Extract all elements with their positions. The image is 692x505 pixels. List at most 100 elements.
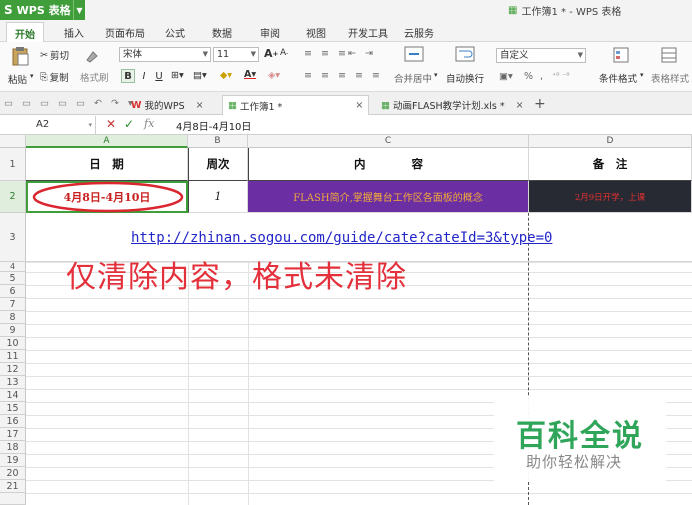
font-grow-icon[interactable]: A + [264, 47, 278, 60]
conditional-format-label[interactable]: 条件格式 [599, 71, 637, 85]
tab-data[interactable]: 数据 [212, 25, 232, 40]
row-header[interactable]: 12 [0, 363, 26, 376]
chevron-down-icon[interactable]: ▼ [73, 0, 85, 20]
tab-home[interactable]: 开始 [6, 22, 44, 42]
row-header[interactable]: 18 [0, 441, 26, 454]
indent-icons[interactable]: ⇤ ⇥ [348, 48, 376, 59]
cancel-icon[interactable]: ✕ [106, 117, 116, 131]
row-header[interactable]: 11 [0, 350, 26, 363]
close-icon[interactable]: × [355, 100, 363, 111]
horizontal-align-icons[interactable]: ≡ ≡ ≡ ≡ ≡ [304, 70, 383, 81]
wps-app-menu-button[interactable]: S WPS 表格 ▼ [0, 0, 85, 20]
tab-page-layout[interactable]: 页面布局 [105, 25, 145, 40]
row-header[interactable]: 8 [0, 311, 26, 324]
row-header[interactable]: 15 [0, 402, 26, 415]
thousands-button[interactable]: , [540, 71, 543, 82]
wrap-text-label[interactable]: 自动换行 [446, 71, 484, 85]
conditional-format-icon[interactable] [612, 46, 630, 64]
cell-c2[interactable]: FLASH简介,掌握舞台工作区各面板的概念 [248, 181, 529, 213]
number-format-select[interactable]: 自定义 ▼ [496, 48, 586, 63]
paste-label[interactable]: 粘贴 [8, 72, 27, 86]
cell-b1[interactable]: 周次 [188, 148, 248, 181]
eraser-icon[interactable]: ◈▾ [268, 70, 280, 81]
tab-view[interactable]: 视图 [306, 25, 326, 40]
row-header[interactable]: 4 [0, 262, 26, 272]
row-header[interactable]: 17 [0, 428, 26, 441]
format-painter-label[interactable]: 格式刷 [80, 70, 109, 84]
document-tabs-bar: ▭ ▭ ▭ ▭ ▭ ↶ ↷ ▾ W 我的WPS × ▦ 工作簿1 * × ▦ 动… [0, 92, 692, 115]
confirm-icon[interactable]: ✓ [124, 117, 134, 131]
chevron-down-icon[interactable]: ▾ [640, 71, 644, 79]
font-color-icon[interactable]: A▾ [244, 69, 256, 80]
col-header-c[interactable]: C [248, 135, 529, 148]
wrap-text-icon[interactable] [455, 46, 475, 62]
row-header[interactable]: 13 [0, 376, 26, 389]
row3-link[interactable]: http://zhinan.sogou.com/guide/cate?cateI… [131, 230, 552, 246]
cell-a1[interactable]: 日 期 [26, 148, 188, 181]
bold-button[interactable]: B [121, 69, 135, 83]
row-header[interactable] [0, 493, 26, 505]
currency-icon[interactable]: ▣▾ [499, 71, 513, 82]
cell-a2[interactable]: 4月8日-4月10日 [26, 181, 188, 213]
chevron-down-icon[interactable]: ▾ [30, 72, 34, 80]
copy-button[interactable]: ⎘ 复制 [40, 70, 69, 85]
chevron-down-icon[interactable]: ▾ [88, 116, 92, 134]
row-header[interactable]: 1 [0, 148, 26, 181]
formula-input[interactable]: 4月8日-4月10日 [176, 118, 251, 133]
doc-tab-my-wps[interactable]: W 我的WPS × [126, 95, 209, 115]
font-shrink-icon[interactable]: A- [280, 48, 288, 58]
cell-b2[interactable]: 1 [188, 181, 248, 213]
font-name-select[interactable]: 宋体 ▼ [119, 47, 211, 62]
chevron-down-icon[interactable]: ▾ [434, 71, 438, 79]
close-icon[interactable]: × [516, 100, 524, 111]
border-icon[interactable]: ⊞▾ [171, 70, 184, 81]
close-icon[interactable]: × [196, 100, 204, 111]
select-all-corner[interactable] [0, 135, 26, 148]
cell-c1[interactable]: 内 容 [248, 148, 529, 181]
new-tab-icon[interactable]: + [534, 96, 546, 112]
col-header-a[interactable]: A [26, 135, 188, 148]
row-header[interactable]: 16 [0, 415, 26, 428]
table-style-icon[interactable] [660, 46, 678, 64]
tab-review[interactable]: 审阅 [260, 25, 280, 40]
row-header[interactable]: 2 [0, 181, 26, 213]
fill-color-icon[interactable]: ◆▾ [220, 70, 232, 81]
decimal-icons[interactable]: ⁺⁰ ⁻⁰ [552, 71, 569, 80]
tab-formula[interactable]: 公式 [165, 25, 185, 40]
row-header[interactable]: 5 [0, 272, 26, 285]
format-painter-icon[interactable] [84, 48, 100, 64]
percent-button[interactable]: % [524, 71, 533, 82]
row-header[interactable]: 9 [0, 324, 26, 337]
cell-d1[interactable]: 备 注 [529, 148, 692, 181]
name-box[interactable]: A2 ▾ [0, 116, 96, 134]
col-header-b[interactable]: B [188, 135, 248, 148]
row-header[interactable]: 20 [0, 467, 26, 480]
tab-cloud[interactable]: 云服务 [404, 25, 434, 40]
insert-function-icon[interactable]: fx [144, 117, 154, 130]
merge-center-icon[interactable] [404, 46, 424, 62]
row-header[interactable]: 10 [0, 337, 26, 350]
row-header[interactable]: 19 [0, 454, 26, 467]
paste-button[interactable] [8, 46, 32, 66]
row-header[interactable]: 7 [0, 298, 26, 311]
tab-developer[interactable]: 开发工具 [348, 25, 388, 40]
quick-access-icons[interactable]: ▭ ▭ ▭ ▭ ▭ ↶ ↷ ▾ [4, 98, 136, 109]
table-style-label[interactable]: 表格样式 [651, 71, 689, 85]
gridline [26, 311, 692, 312]
row-header[interactable]: 3 [0, 213, 26, 262]
doc-tab-flash-plan[interactable]: ▦ 动画FLASH教学计划.xls * × [376, 95, 529, 115]
vertical-align-icons[interactable]: ≡ ≡ ≡ [304, 48, 349, 59]
merge-center-label[interactable]: 合并居中 [394, 71, 432, 85]
row-header[interactable]: 21 [0, 480, 26, 493]
cut-button[interactable]: ✂ 剪切 [40, 48, 69, 63]
fill-grid-icon[interactable]: ▤▾ [193, 70, 207, 81]
italic-button[interactable]: I [137, 69, 151, 83]
col-header-d[interactable]: D [529, 135, 692, 148]
doc-tab-workbook1[interactable]: ▦ 工作簿1 * × [222, 95, 370, 115]
cell-d2[interactable]: 2月9日开学，上课 [529, 181, 692, 213]
tab-insert[interactable]: 插入 [64, 25, 84, 40]
row-header[interactable]: 14 [0, 389, 26, 402]
row-header[interactable]: 6 [0, 285, 26, 298]
underline-button[interactable]: U [152, 69, 166, 83]
font-size-select[interactable]: 11 ▼ [213, 47, 259, 62]
